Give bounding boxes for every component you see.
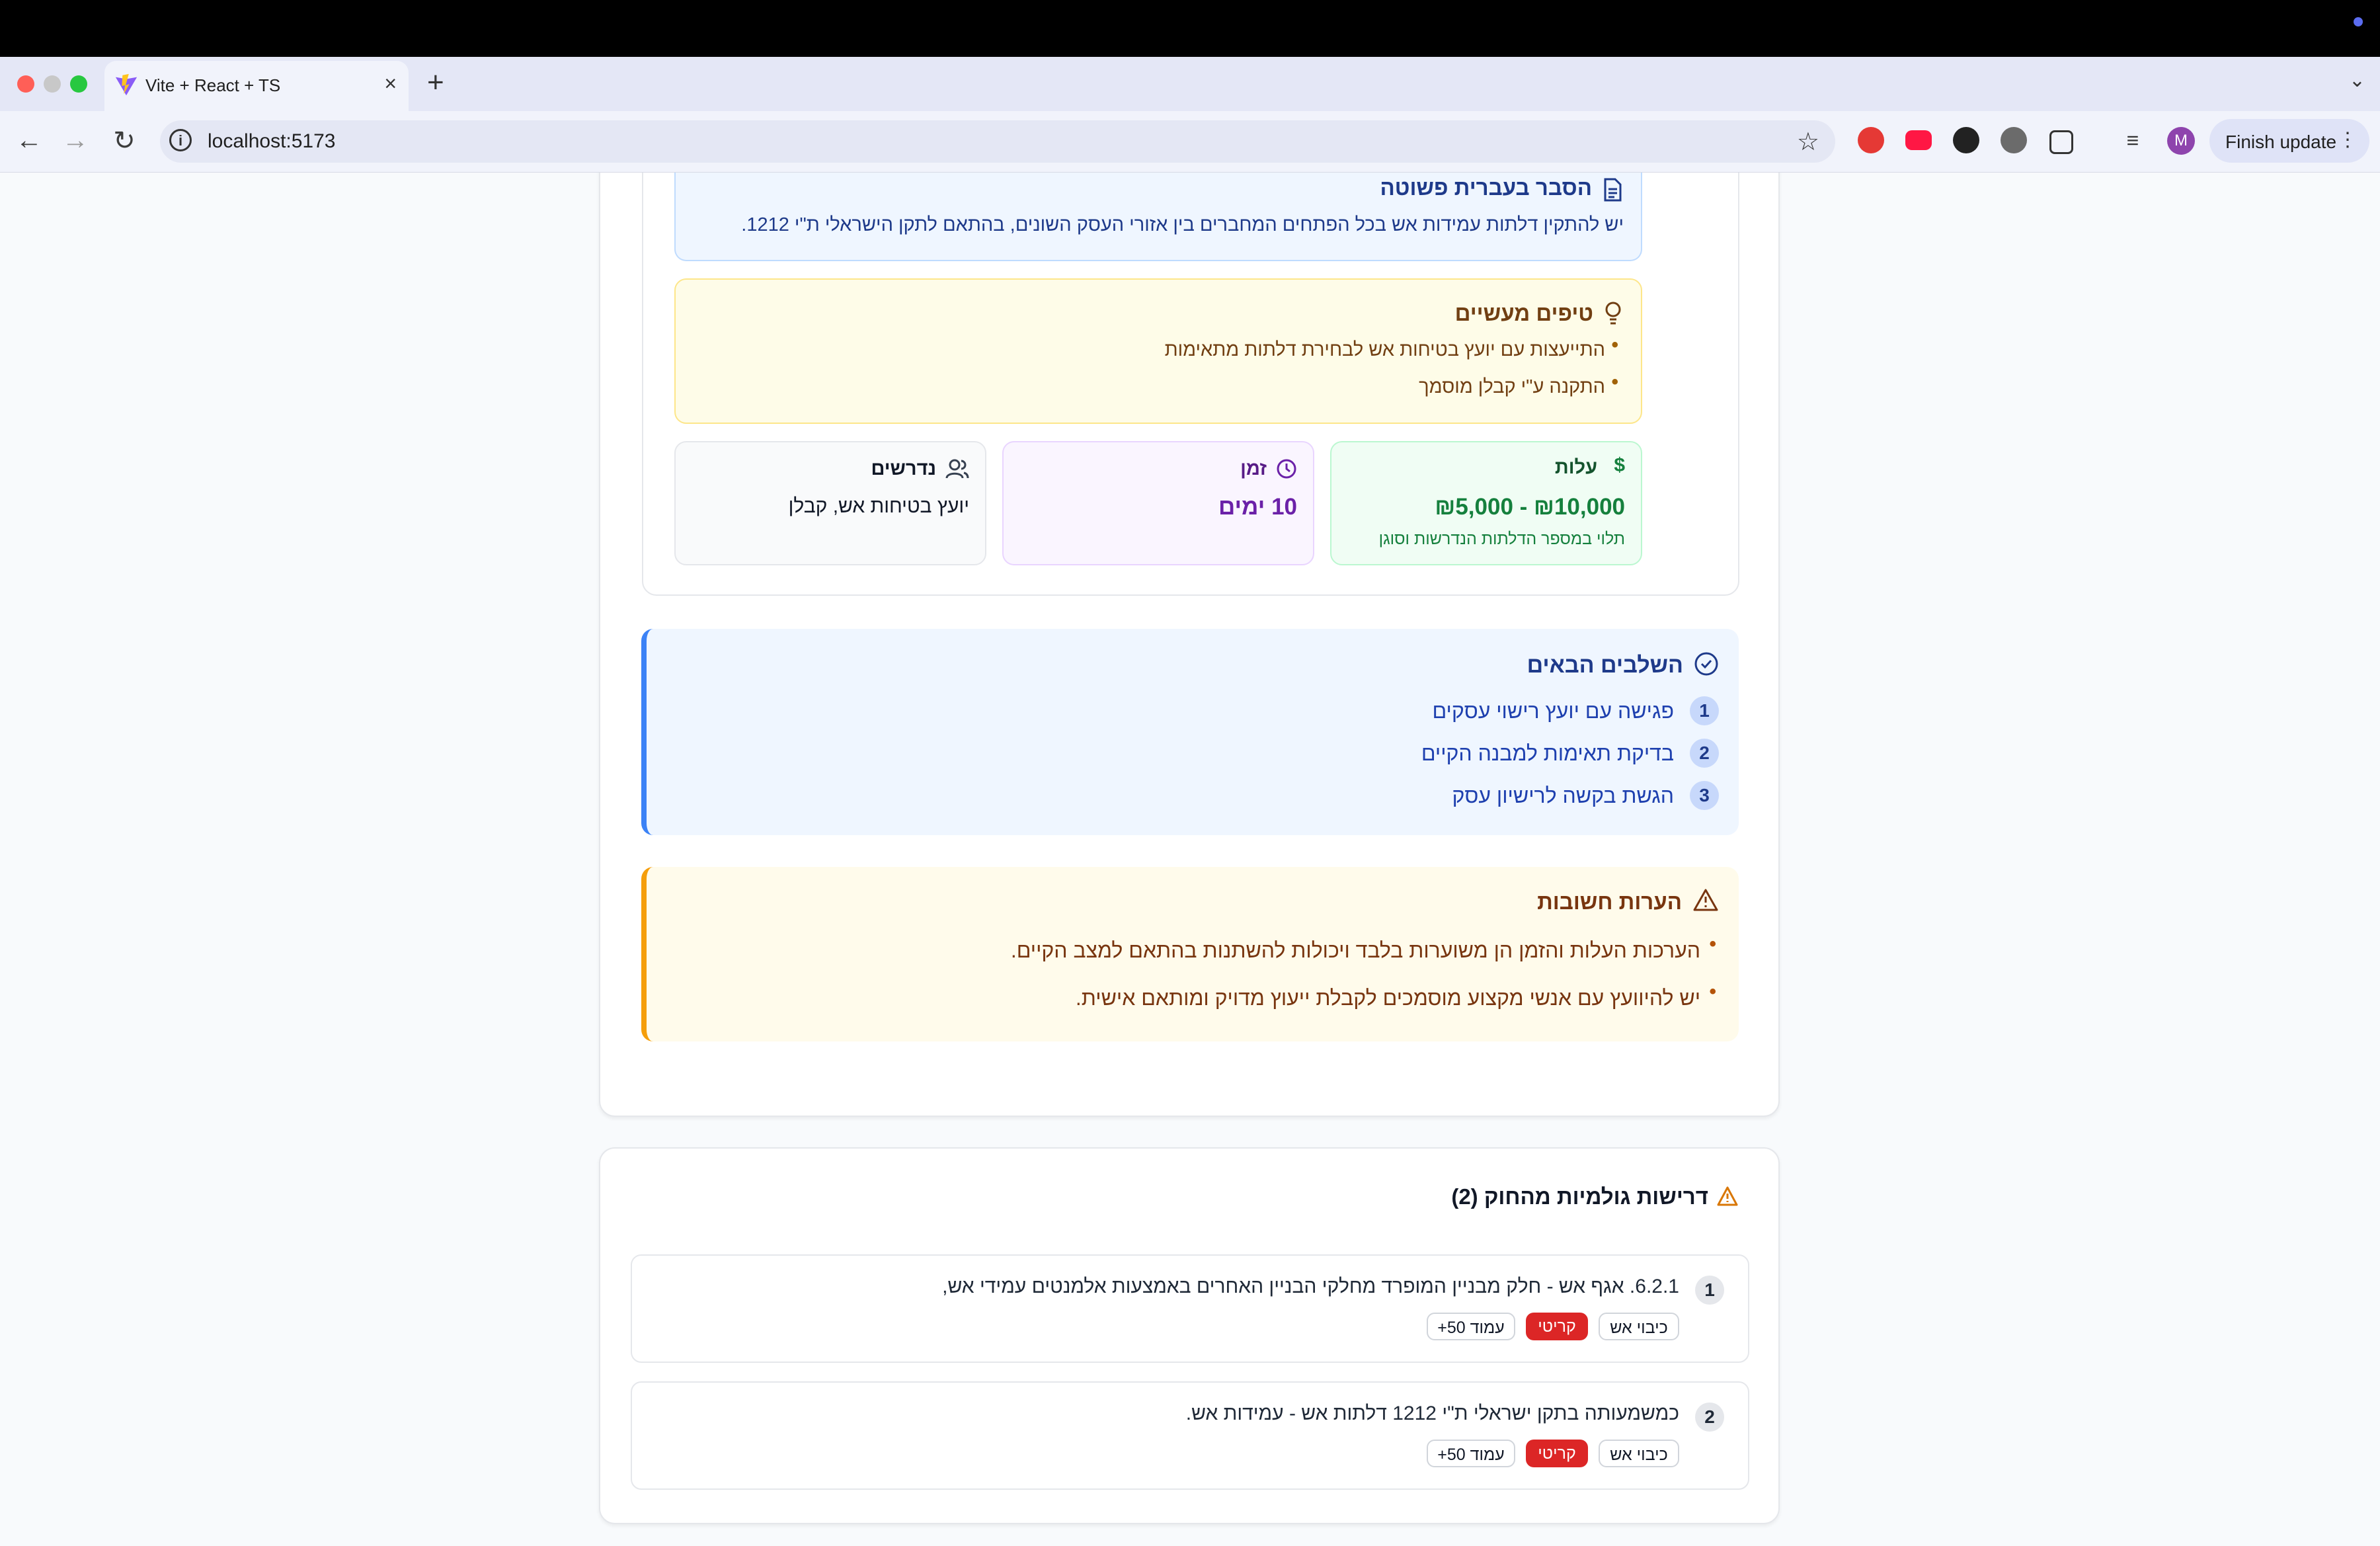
bookmark-star-icon[interactable]: ☆	[1797, 127, 1819, 157]
users-icon	[945, 459, 969, 479]
extension-red-icon[interactable]	[1858, 127, 1884, 153]
next-steps-title: השלבים הבאים	[1527, 653, 1683, 678]
address-url[interactable]: localhost:5173	[208, 130, 335, 153]
required-label: נדרשים	[871, 458, 937, 479]
warning-triangle-icon	[1693, 889, 1718, 911]
status-dot	[2354, 17, 2363, 26]
category-tag: כיבוי אש	[1599, 1440, 1679, 1467]
note-bullet: •	[1709, 933, 1716, 955]
profile-avatar[interactable]: M	[2167, 127, 2195, 155]
browser-tab[interactable]: Vite + React + TS ×	[104, 61, 409, 111]
reload-icon[interactable]: ↻	[108, 126, 140, 156]
step-number: 1	[1690, 696, 1719, 725]
os-menu-bar	[0, 0, 2380, 57]
requirement-text: 6.2.1. אגף אש - חלק מבניין המופרד מחלקי …	[942, 1276, 1679, 1297]
explanation-box: הסבר בעברית פשוטה יש להתקין דלתות עמידות…	[674, 173, 1642, 261]
new-tab-button[interactable]: +	[427, 66, 444, 99]
tips-box: טיפים מעשיים • התייעצות עם יועץ בטיחות א…	[674, 278, 1642, 424]
note-bullet: •	[1709, 981, 1716, 1002]
requirements-title: דרישות גולמיות מהחוק (2)	[1451, 1184, 1708, 1209]
tip-item: התקנה ע"י קבלן מוסמך	[1419, 376, 1605, 397]
step-text: הגשת בקשה לרישיון עסק	[1452, 784, 1674, 807]
requirement-text: כמשמעותה בתקן ישראלי ת"י 1212 דלתות אש -…	[1185, 1403, 1679, 1424]
owl-extension-icon[interactable]	[1953, 127, 1979, 153]
window-zoom-button[interactable]	[70, 75, 87, 93]
tab-close-icon[interactable]: ×	[384, 71, 397, 96]
requirement-item[interactable]: 1 6.2.1. אגף אש - חלק מבניין המופרד מחלק…	[631, 1254, 1749, 1363]
tab-search-chevron-icon[interactable]: ⌄	[2349, 69, 2365, 92]
site-info-icon[interactable]: i	[169, 129, 192, 151]
clock-icon	[1277, 459, 1296, 479]
step-text: בדיקת תאימות למבנה הקיים	[1421, 741, 1674, 765]
lightbulb-icon	[1605, 302, 1621, 325]
vite-logo-icon	[115, 73, 138, 96]
tip-bullet: •	[1611, 334, 1618, 356]
category-tag: כיבוי אש	[1599, 1313, 1679, 1340]
cost-note: תלוי במספר הדלתות הנדרשות וסוגן	[1378, 530, 1625, 548]
explanation-title: הסבר בעברית פשוטה	[1380, 175, 1592, 200]
document-icon	[1604, 178, 1622, 202]
page-tag: עמוד 50+	[1427, 1440, 1515, 1467]
page-viewport: הסבר בעברית פשוטה יש להתקין דלתות עמידות…	[0, 173, 2380, 1546]
requirement-number: 1	[1695, 1276, 1724, 1305]
tip-bullet: •	[1611, 371, 1618, 393]
address-bar[interactable]: i localhost:5173 ☆	[160, 120, 1835, 163]
back-arrow-icon[interactable]: ←	[13, 126, 45, 155]
tab-title: Vite + React + TS	[145, 75, 281, 95]
alert-triangle-icon	[1717, 1186, 1738, 1206]
cost-stat-card: $ עלות ₪5,000 - ₪10,000 תלוי במספר הדלתו…	[1330, 441, 1642, 565]
explanation-text: יש להתקין דלתות עמידות אש בכל הפתחים המח…	[741, 214, 1624, 235]
required-stat-card: נדרשים יועץ בטיחות אש, קבלן	[674, 441, 986, 565]
step-number: 2	[1690, 739, 1719, 768]
requirement-number: 2	[1695, 1403, 1724, 1432]
forward-arrow-icon[interactable]: →	[60, 126, 91, 155]
time-label: זמן	[1240, 458, 1267, 479]
time-value: 10 ימים	[1218, 494, 1297, 520]
dollar-icon: $	[1614, 454, 1625, 476]
check-circle-icon	[1694, 652, 1718, 676]
note-item: יש להיוועץ עם אנשי מקצוע מוסמכים לקבלת י…	[1075, 986, 1700, 1010]
finish-update-label: Finish update	[2225, 132, 2337, 152]
critical-tag: קריטי	[1526, 1313, 1588, 1340]
media-controls-icon[interactable]: ≡	[2120, 127, 2146, 153]
note-item: הערכות העלות והזמן הן משוערות בלבד ויכול…	[1010, 938, 1700, 962]
notes-box: הערות חשובות • הערכות העלות והזמן הן משו…	[641, 867, 1739, 1041]
finish-update-button[interactable]: Finish update ⋮	[2209, 119, 2369, 163]
more-vert-icon: ⋮	[2338, 129, 2358, 151]
required-value: יועץ בטיחות אש, קבלן	[788, 495, 969, 517]
window-minimize-button[interactable]	[44, 75, 61, 93]
page-tag: עמוד 50+	[1427, 1313, 1515, 1340]
tip-item: התייעצות עם יועץ בטיחות אש לבחירת דלתות …	[1164, 339, 1605, 360]
requirement-item[interactable]: 2 כמשמעותה בתקן ישראלי ת"י 1212 דלתות אש…	[631, 1381, 1749, 1490]
step-number: 3	[1690, 781, 1719, 810]
window-close-button[interactable]	[17, 75, 34, 93]
youtube-extension-icon[interactable]	[1905, 130, 1932, 150]
notes-title: הערות חשובות	[1537, 889, 1682, 914]
extensions-puzzle-icon[interactable]	[2049, 130, 2073, 154]
time-stat-card: זמן 10 ימים	[1002, 441, 1314, 565]
critical-tag: קריטי	[1526, 1440, 1588, 1467]
step-text: פגישה עם יועץ רישוי עסקים	[1432, 699, 1674, 723]
cost-label: עלות	[1554, 457, 1597, 478]
cost-value: ₪5,000 - ₪10,000	[1435, 494, 1625, 520]
extension-grey-icon[interactable]	[2001, 127, 2027, 153]
next-steps-box: השלבים הבאים 1 פגישה עם יועץ רישוי עסקים…	[641, 629, 1739, 835]
tips-title: טיפים מעשיים	[1454, 301, 1593, 325]
